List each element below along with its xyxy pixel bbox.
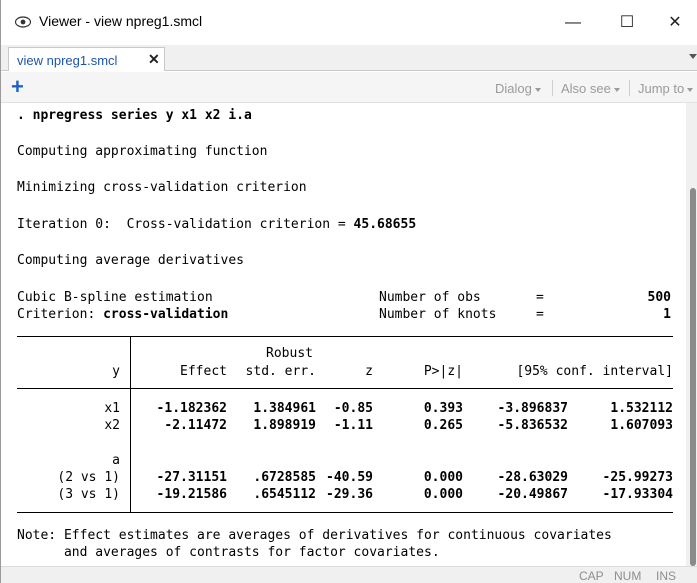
iteration-line: Iteration 0: Cross-validation criterion … bbox=[17, 216, 416, 233]
ci-low-cell: -3.896837 bbox=[497, 401, 568, 416]
row-label: (2 vs 1) bbox=[57, 470, 120, 485]
z-cell: -0.85 bbox=[333, 401, 373, 416]
p-cell: 0.265 bbox=[423, 418, 463, 433]
table-rule-header bbox=[17, 388, 673, 389]
also-see-menu[interactable]: Also see bbox=[561, 81, 620, 96]
se-cell: .6728585 bbox=[253, 470, 316, 485]
se-cell: .6545112 bbox=[253, 487, 316, 502]
new-tab-button[interactable]: + bbox=[11, 75, 24, 99]
table-divider bbox=[130, 336, 131, 512]
close-window-button[interactable]: ✕ bbox=[655, 8, 695, 38]
se-cell: 1.384961 bbox=[253, 401, 316, 416]
nobs-label: Number of obs bbox=[379, 290, 481, 305]
jump-to-menu[interactable]: Jump to bbox=[638, 81, 694, 96]
tab-label: view npreg1.smcl bbox=[17, 53, 118, 68]
results-content: . npregress series y x1 x2 i.a Computing… bbox=[1, 103, 686, 566]
toolbar-divider bbox=[552, 80, 553, 96]
ci-low-cell: -5.836532 bbox=[497, 418, 568, 433]
effect-cell: -27.31151 bbox=[156, 470, 227, 485]
dialog-label: Dialog bbox=[495, 81, 532, 96]
toolbar: + Dialog Also see Jump to bbox=[1, 72, 697, 103]
row-label: (3 vs 1) bbox=[57, 487, 120, 502]
col-effect-header: Effect bbox=[180, 364, 227, 379]
factor-label: a bbox=[112, 453, 120, 468]
ci-high-cell: 1.607093 bbox=[610, 418, 673, 433]
vertical-scrollbar[interactable] bbox=[686, 103, 697, 566]
iteration-value: 45.68655 bbox=[353, 217, 417, 232]
window-title: Viewer - view npreg1.smcl bbox=[39, 13, 203, 29]
tab-view-npreg1[interactable]: view npreg1.smcl ✕ bbox=[8, 47, 165, 71]
p-cell: 0.000 bbox=[423, 470, 463, 485]
output-line: Computing average derivatives bbox=[17, 253, 244, 268]
status-bar: CAP NUM INS bbox=[1, 566, 697, 583]
col-p-header: P>|z| bbox=[423, 364, 463, 379]
ci-high-cell: -25.99273 bbox=[602, 470, 673, 485]
z-cell: -29.36 bbox=[326, 487, 373, 502]
viewer-window: Viewer - view npreg1.smcl — ☐ ✕ view npr… bbox=[0, 0, 697, 583]
row-label: x1 bbox=[104, 401, 120, 416]
row-label: x2 bbox=[104, 418, 120, 433]
note-line: and averages of contrasts for factor cov… bbox=[17, 545, 440, 560]
effect-cell: -19.21586 bbox=[156, 487, 227, 502]
tab-overflow-icon[interactable] bbox=[689, 54, 697, 59]
p-cell: 0.000 bbox=[423, 487, 463, 502]
p-cell: 0.393 bbox=[423, 401, 463, 416]
chevron-down-icon bbox=[534, 87, 541, 92]
z-cell: -40.59 bbox=[326, 470, 373, 485]
chevron-down-icon bbox=[613, 87, 620, 92]
title-bar: Viewer - view npreg1.smcl — ☐ ✕ bbox=[1, 0, 697, 45]
col-y-header: y bbox=[112, 364, 120, 379]
also-see-label: Also see bbox=[561, 81, 611, 96]
nknots-label: Number of knots bbox=[379, 307, 497, 322]
se-cell: 1.898919 bbox=[253, 418, 316, 433]
caps-lock-indicator: CAP bbox=[579, 569, 604, 583]
criterion-label: Criterion: bbox=[17, 307, 104, 322]
equals-sign: = bbox=[536, 307, 544, 322]
maximize-button[interactable]: ☐ bbox=[607, 8, 647, 38]
chevron-down-icon bbox=[687, 87, 694, 92]
ci-high-cell: -17.93304 bbox=[602, 487, 673, 502]
col-robust-header: Robust bbox=[266, 346, 313, 361]
col-ci-header: [95% conf. interval] bbox=[516, 364, 673, 379]
tab-close-icon[interactable]: ✕ bbox=[148, 51, 160, 68]
tab-strip: view npreg1.smcl ✕ bbox=[1, 45, 697, 71]
note-line: Note: Effect estimates are averages of d… bbox=[17, 528, 612, 543]
z-cell: -1.11 bbox=[333, 418, 373, 433]
minimize-button[interactable]: — bbox=[553, 8, 593, 38]
output-line: Computing approximating function bbox=[17, 144, 268, 159]
eye-icon bbox=[14, 15, 32, 28]
iteration-label: Iteration 0: Cross-validation criterion … bbox=[17, 217, 354, 232]
nknots-value: 1 bbox=[663, 307, 671, 322]
scroll-thumb[interactable] bbox=[690, 188, 696, 566]
table-rule-top bbox=[17, 336, 673, 337]
estimation-label: Cubic B-spline estimation bbox=[17, 290, 213, 305]
dialog-menu[interactable]: Dialog bbox=[495, 81, 541, 96]
table-rule-bottom bbox=[17, 512, 673, 513]
col-z-header: z bbox=[365, 364, 373, 379]
criterion-line: Criterion: cross-validation bbox=[17, 306, 228, 323]
effect-cell: -1.182362 bbox=[156, 401, 227, 416]
ci-high-cell: 1.532112 bbox=[610, 401, 673, 416]
ci-low-cell: -28.63029 bbox=[497, 470, 568, 485]
ci-low-cell: -20.49867 bbox=[497, 487, 568, 502]
col-stderr-header: std. err. bbox=[245, 364, 316, 379]
num-lock-indicator: NUM bbox=[614, 569, 642, 583]
toolbar-divider bbox=[629, 80, 630, 96]
effect-cell: -2.11472 bbox=[164, 418, 227, 433]
command-line: . npregress series y x1 x2 i.a bbox=[17, 108, 252, 123]
insert-indicator: INS bbox=[656, 569, 677, 583]
criterion-value: cross-validation bbox=[103, 307, 229, 322]
nobs-value: 500 bbox=[647, 290, 671, 305]
output-line: Minimizing cross-validation criterion bbox=[17, 180, 307, 195]
equals-sign: = bbox=[536, 290, 544, 305]
jump-to-label: Jump to bbox=[638, 81, 685, 96]
